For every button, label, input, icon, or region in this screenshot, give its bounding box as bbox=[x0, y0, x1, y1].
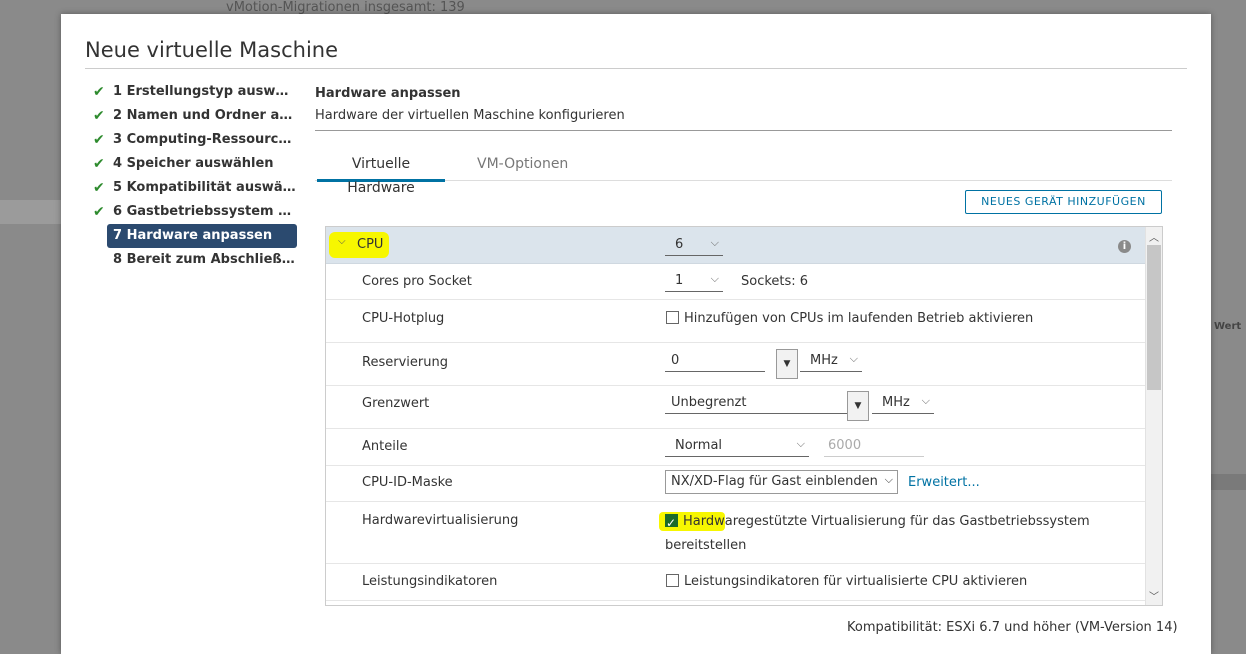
reservation-unit-select[interactable]: MHz ⌵ bbox=[800, 352, 862, 372]
hotplug-row: CPU-Hotplug Hinzufügen von CPUs im laufe… bbox=[326, 300, 1145, 343]
hw-virtualization-checkbox[interactable] bbox=[665, 511, 678, 535]
perf-counters-option[interactable]: Leistungsindikatoren für virtualisierte … bbox=[666, 574, 1027, 589]
limit-row: Grenzwert Unbegrenzt ▼ MHz ⌵ bbox=[326, 386, 1145, 429]
compatibility-text: Kompatibilität: ESXi 6.7 und höher (VM-V… bbox=[847, 620, 1178, 635]
sockets-text: Sockets: 6 bbox=[741, 274, 809, 289]
reservation-label: Reservierung bbox=[362, 355, 448, 370]
step-label: 2 Namen und Ordner ausw… bbox=[113, 108, 297, 123]
chevron-down-icon[interactable]: ﹀ bbox=[1146, 588, 1162, 603]
scrollbar-thumb[interactable] bbox=[1147, 245, 1161, 390]
step-label: 1 Erstellungstyp auswählen bbox=[113, 84, 297, 99]
wizard-step-2[interactable]: ✔ 2 Namen und Ordner ausw… bbox=[91, 104, 297, 128]
tab-vm-options[interactable]: VM-Optionen bbox=[477, 152, 568, 179]
limit-unit-select[interactable]: MHz ⌵ bbox=[872, 394, 934, 414]
chevron-down-icon: ⌵ bbox=[710, 272, 719, 285]
title-divider bbox=[85, 68, 1187, 69]
chevron-down-icon: ⌵ bbox=[710, 236, 719, 249]
section-title: Hardware anpassen bbox=[315, 86, 461, 101]
wizard-step-8[interactable]: 8 Bereit zum Abschließen bbox=[91, 248, 297, 272]
shares-select[interactable]: Normal ⌵ bbox=[665, 437, 809, 457]
perf-counters-row: Leistungsindikatoren Leistungsindikatore… bbox=[326, 564, 1145, 601]
limit-input[interactable]: Unbegrenzt bbox=[665, 395, 848, 414]
limit-dropdown-button[interactable]: ▼ bbox=[847, 391, 869, 421]
step-label: 7 Hardware anpassen bbox=[113, 228, 273, 243]
grid-scrollbar[interactable]: ︿ ﹀ bbox=[1145, 227, 1162, 605]
checkmark-icon: ✔ bbox=[93, 204, 105, 220]
tab-bar: Virtuelle Hardware VM-Optionen bbox=[315, 152, 1172, 196]
reservation-row: Reservierung 0 ▼ MHz ⌵ bbox=[326, 343, 1145, 386]
tab-virtual-hardware[interactable]: Virtuelle Hardware bbox=[317, 152, 445, 196]
cpuid-mask-row: CPU-ID-Maske NX/XD-Flag für Gast einblen… bbox=[326, 466, 1145, 502]
hotplug-label: CPU-Hotplug bbox=[362, 311, 445, 326]
background-text: vMotion-Migrationen insgesamt: 139 bbox=[226, 0, 465, 15]
reservation-input[interactable]: 0 bbox=[665, 353, 765, 372]
cpuid-advanced-link[interactable]: Erweitert... bbox=[908, 475, 980, 490]
hotplug-checkbox[interactable] bbox=[666, 311, 679, 324]
step-label: 5 Kompatibilität auswählen bbox=[113, 180, 297, 195]
checkmark-icon: ✔ bbox=[93, 180, 105, 196]
cpu-row[interactable]: ⌵ CPU 6 ⌵ i bbox=[326, 227, 1145, 264]
perf-counters-label: Leistungsindikatoren bbox=[362, 574, 498, 589]
checkmark-icon: ✔ bbox=[93, 84, 105, 100]
checkmark-icon: ✔ bbox=[93, 108, 105, 124]
hw-virtualization-option[interactable]: Hardwaregestützte Virtualisierung für da… bbox=[659, 510, 1129, 558]
shares-row: Anteile Normal ⌵ 6000 bbox=[326, 429, 1145, 466]
section-divider bbox=[315, 130, 1172, 131]
cores-label: Cores pro Socket bbox=[362, 274, 472, 289]
checkmark-icon: ✔ bbox=[93, 132, 105, 148]
background-band-right bbox=[1211, 474, 1246, 490]
cores-select[interactable]: 1 ⌵ bbox=[665, 272, 723, 292]
checkmark-icon: ✔ bbox=[93, 156, 105, 172]
new-vm-dialog: Neue virtuelle Maschine ✔ 1 Erstellungsty… bbox=[61, 14, 1211, 654]
chevron-down-icon[interactable]: ⌵ bbox=[338, 236, 346, 247]
hardware-grid: ⌵ CPU 6 ⌵ i Cores pro Socket 1 ⌵ Sockets… bbox=[325, 226, 1163, 606]
wizard-step-1[interactable]: ✔ 1 Erstellungstyp auswählen bbox=[91, 80, 297, 104]
background-band bbox=[0, 200, 61, 224]
cpu-label: CPU bbox=[357, 237, 384, 252]
wizard-step-4[interactable]: ✔ 4 Speicher auswählen bbox=[91, 152, 297, 176]
chevron-down-icon: ⌵ bbox=[921, 394, 930, 407]
wizard-step-5[interactable]: ✔ 5 Kompatibilität auswählen bbox=[91, 176, 297, 200]
shares-number-input: 6000 bbox=[824, 438, 924, 457]
step-label: 6 Gastbetriebssystem aus… bbox=[113, 204, 297, 219]
wizard-step-3[interactable]: ✔ 3 Computing-Ressource au… bbox=[91, 128, 297, 152]
hw-virtualization-label: Hardwarevirtualisierung bbox=[362, 513, 519, 528]
cpuid-mask-label: CPU-ID-Maske bbox=[362, 475, 453, 490]
dialog-title: Neue virtuelle Maschine bbox=[85, 38, 339, 62]
wizard-step-7[interactable]: ✔7 Hardware anpassen bbox=[107, 224, 297, 248]
cpu-count-select[interactable]: 6 ⌵ bbox=[665, 236, 723, 256]
perf-counters-checkbox[interactable] bbox=[666, 574, 679, 587]
wizard-step-6[interactable]: ✔ 6 Gastbetriebssystem aus… bbox=[91, 200, 297, 224]
limit-label: Grenzwert bbox=[362, 396, 430, 411]
hw-virtualization-row: Hardwarevirtualisierung Hardwaregestützt… bbox=[326, 502, 1145, 564]
chevron-down-icon: ⌵ bbox=[884, 473, 893, 486]
cores-row: Cores pro Socket 1 ⌵ Sockets: 6 bbox=[326, 264, 1145, 300]
highlight-marker: Hardw bbox=[659, 511, 725, 535]
section-subtitle: Hardware der virtuellen Maschine konfigu… bbox=[315, 108, 625, 123]
shares-label: Anteile bbox=[362, 439, 408, 454]
wizard-steps: ✔ 1 Erstellungstyp auswählen ✔ 2 Namen und… bbox=[91, 80, 297, 272]
chevron-down-icon: ⌵ bbox=[796, 437, 805, 450]
step-label: 3 Computing-Ressource au… bbox=[113, 132, 297, 147]
info-icon[interactable]: i bbox=[1118, 240, 1131, 253]
chevron-up-icon[interactable]: ︿ bbox=[1146, 229, 1162, 244]
background-column-header: Wert bbox=[1214, 321, 1242, 332]
step-label: 8 Bereit zum Abschließen bbox=[113, 252, 297, 267]
reservation-dropdown-button[interactable]: ▼ bbox=[776, 349, 798, 379]
cpuid-mask-select[interactable]: NX/XD-Flag für Gast einblenden ⌵ bbox=[665, 470, 898, 494]
step-label: 4 Speicher auswählen bbox=[113, 156, 274, 171]
add-device-button[interactable]: NEUES GERÄT HINZUFÜGEN bbox=[965, 190, 1162, 214]
hotplug-option[interactable]: Hinzufügen von CPUs im laufenden Betrieb… bbox=[666, 311, 1033, 326]
chevron-down-icon: ⌵ bbox=[849, 352, 858, 365]
